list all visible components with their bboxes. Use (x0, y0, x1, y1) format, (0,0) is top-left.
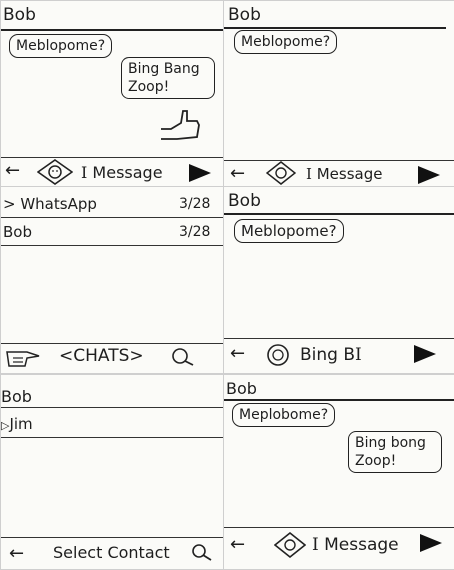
smiley-icon[interactable] (266, 343, 290, 367)
composer-divider (224, 527, 454, 528)
contact-name: Bob (3, 5, 36, 25)
composer-divider (1, 157, 223, 158)
header-divider (224, 27, 446, 29)
thumbs-up-icon[interactable] (159, 107, 201, 141)
send-icon[interactable] (414, 345, 436, 363)
emoji-icon[interactable] (266, 161, 296, 185)
back-arrow-icon[interactable]: ← (5, 162, 20, 180)
incoming-message-bubble: Meblopome? (234, 219, 344, 243)
bottom-divider (1, 537, 223, 538)
chat-date: 3/28 (179, 224, 211, 240)
contact-name: Bob (226, 379, 257, 398)
search-icon[interactable] (191, 543, 213, 563)
contact-name: Bob (228, 191, 261, 211)
outgoing-message-line1: Bing Bang (128, 61, 200, 77)
select-contact-screen: Bob ▷Jim ← Select Contact (0, 374, 224, 570)
message-input[interactable]: I Message (312, 535, 399, 555)
outgoing-message-line2: Zoop! (128, 79, 170, 95)
message-input[interactable]: I Message (81, 163, 163, 182)
incoming-message-bubble: Meblopome? (9, 34, 113, 58)
header-divider (1, 29, 223, 31)
list-divider (1, 217, 223, 218)
pointing-hand-icon[interactable] (5, 348, 41, 368)
search-icon[interactable] (171, 347, 195, 367)
header-divider (1, 407, 223, 408)
text-cursor-icon: I (81, 163, 88, 182)
screen-title: Bob (1, 387, 32, 406)
list-divider (1, 437, 223, 438)
text-cursor-icon: I (312, 535, 319, 555)
contact-name: Bob (228, 5, 261, 25)
message-input[interactable]: I Message (306, 165, 382, 183)
message-input[interactable]: Bing BI (300, 345, 362, 365)
outgoing-message-bubble: Bing Bang Zoop! (121, 57, 215, 99)
chat-screen-3: Bob Meplobome? Bing bong Zoop! ← I Messa… (223, 374, 454, 570)
message-placeholder: Message (316, 165, 383, 183)
incoming-message-bubble: Meblopome? (234, 30, 338, 54)
emoji-icon[interactable] (37, 159, 73, 185)
chat-name: Bob (3, 223, 32, 241)
chat-name: > WhatsApp (3, 195, 97, 213)
message-placeholder: Message (324, 535, 399, 555)
chat-screen-typing: Bob Meblopome? ← Bing BI (223, 186, 454, 374)
chat-screen-1: Bob Meblopome? Bing Bang Zoop! ← I Messa… (0, 0, 224, 187)
back-arrow-icon[interactable]: ← (230, 345, 245, 363)
chats-list-screen: > WhatsApp 3/28 Bob 3/28 <CHATS> (0, 186, 224, 374)
send-icon[interactable] (189, 164, 211, 182)
send-icon[interactable] (418, 166, 440, 184)
contact-list-item[interactable]: ▷Jim (1, 415, 219, 433)
text-cursor-icon: I (306, 165, 312, 183)
send-icon[interactable] (420, 534, 442, 552)
chat-screen-2: Bob Meblopome? ← I Message (223, 0, 454, 187)
message-placeholder: Message (92, 163, 163, 182)
back-arrow-icon[interactable]: ← (230, 536, 245, 554)
emoji-icon[interactable] (274, 532, 306, 558)
composer-divider (224, 338, 454, 339)
message-text: Bing B (300, 345, 356, 365)
contact-name: Jim (9, 415, 33, 433)
chats-tab-label[interactable]: <CHATS> (59, 346, 144, 366)
text-cursor-icon: I (355, 345, 362, 365)
chat-date: 3/28 (179, 196, 211, 212)
back-arrow-icon[interactable]: ← (9, 545, 24, 563)
composer-divider (224, 160, 454, 161)
select-contact-label: Select Contact (53, 543, 170, 562)
header-divider (224, 399, 454, 401)
list-divider (1, 245, 223, 246)
back-arrow-icon[interactable]: ← (230, 165, 245, 183)
incoming-message-bubble: Meplobome? (232, 403, 336, 427)
bottom-divider (1, 343, 223, 344)
outgoing-message-bubble: Bing bong Zoop! (348, 431, 442, 473)
outgoing-message-line1: Bing bong (355, 435, 426, 451)
outgoing-message-line2: Zoop! (355, 453, 397, 469)
header-divider (224, 213, 454, 215)
